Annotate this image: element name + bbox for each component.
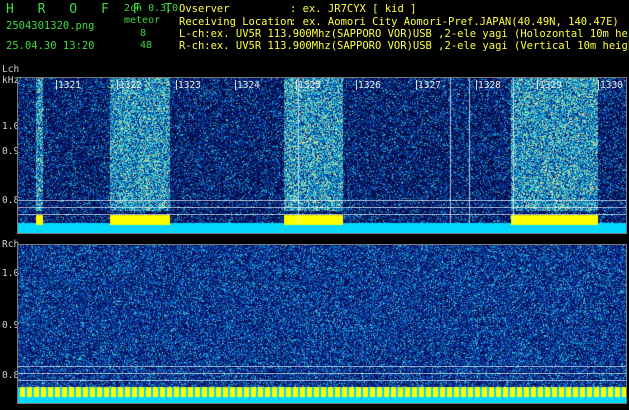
minute-tick	[476, 80, 477, 90]
datetime: 25.04.30 13:20	[6, 40, 95, 52]
rch-marker-line	[18, 366, 626, 367]
lch-marker-line	[18, 200, 626, 201]
rch-marker-line	[18, 380, 626, 381]
lch-tick-0.9: 0.9	[2, 146, 20, 157]
minute-label-1327: 1327	[418, 80, 441, 91]
rch-tick-0.9: 0.9	[2, 320, 20, 331]
minute-tick	[56, 80, 57, 90]
minute-tick	[416, 80, 417, 90]
minute-tick	[176, 80, 177, 90]
location-label: Receiving Location	[179, 16, 293, 28]
filename: 2504301320.png	[6, 20, 95, 32]
unit-label: kHz	[2, 75, 20, 86]
meteor-count-lch: 8	[140, 28, 147, 39]
rch-marker-line	[18, 373, 626, 374]
minute-label-1321: 1321	[58, 80, 81, 91]
rch-label: Rch	[2, 239, 20, 250]
lch-tick-0.8: 0.8	[2, 195, 20, 206]
lch-info: L-ch:ex. UV5R 113.900Mhz(SAPPORO VOR)USB…	[179, 28, 629, 40]
minute-tick	[235, 80, 236, 90]
minute-tick	[537, 80, 538, 90]
minute-label-1330: 1330	[600, 80, 623, 91]
minute-label-1329: 1329	[539, 80, 562, 91]
lch-tick-1.0: 1.0	[2, 121, 20, 132]
lch-label: Lch	[2, 64, 20, 75]
minute-label-1325: 1325	[298, 80, 321, 91]
observer-label: Ovserver	[179, 3, 230, 15]
location-value: : ex. Aomori City Aomori-Pref.JAPAN(40.4…	[290, 16, 619, 28]
lch-waterfall-canvas	[18, 78, 626, 233]
minute-label-1323: 1323	[178, 80, 201, 91]
minute-tick	[117, 80, 118, 90]
lch-marker-line	[18, 207, 626, 208]
minute-tick	[598, 80, 599, 90]
lch-spectrogram	[18, 78, 626, 233]
lch-marker-line	[18, 214, 626, 215]
minute-label-1326: 1326	[358, 80, 381, 91]
minute-label-1328: 1328	[478, 80, 501, 91]
minute-tick	[296, 80, 297, 90]
minute-label-1324: 1324	[237, 80, 260, 91]
meteor-label: meteor	[124, 15, 161, 26]
meteor-count-rch: 48	[140, 40, 153, 51]
observer-value: : ex. JR7CYX [ kid ]	[290, 3, 417, 15]
minute-label-1322: 1322	[119, 80, 142, 91]
mode-label: 2ch 0.3.0	[124, 3, 179, 14]
rch-tick-0.8: 0.8	[2, 370, 20, 381]
rch-info: R-ch:ex. UV5R 113.900Mhz(SAPPORO VOR)USB…	[179, 40, 629, 52]
minute-tick	[356, 80, 357, 90]
rch-tick-1.0: 1.0	[2, 268, 20, 279]
